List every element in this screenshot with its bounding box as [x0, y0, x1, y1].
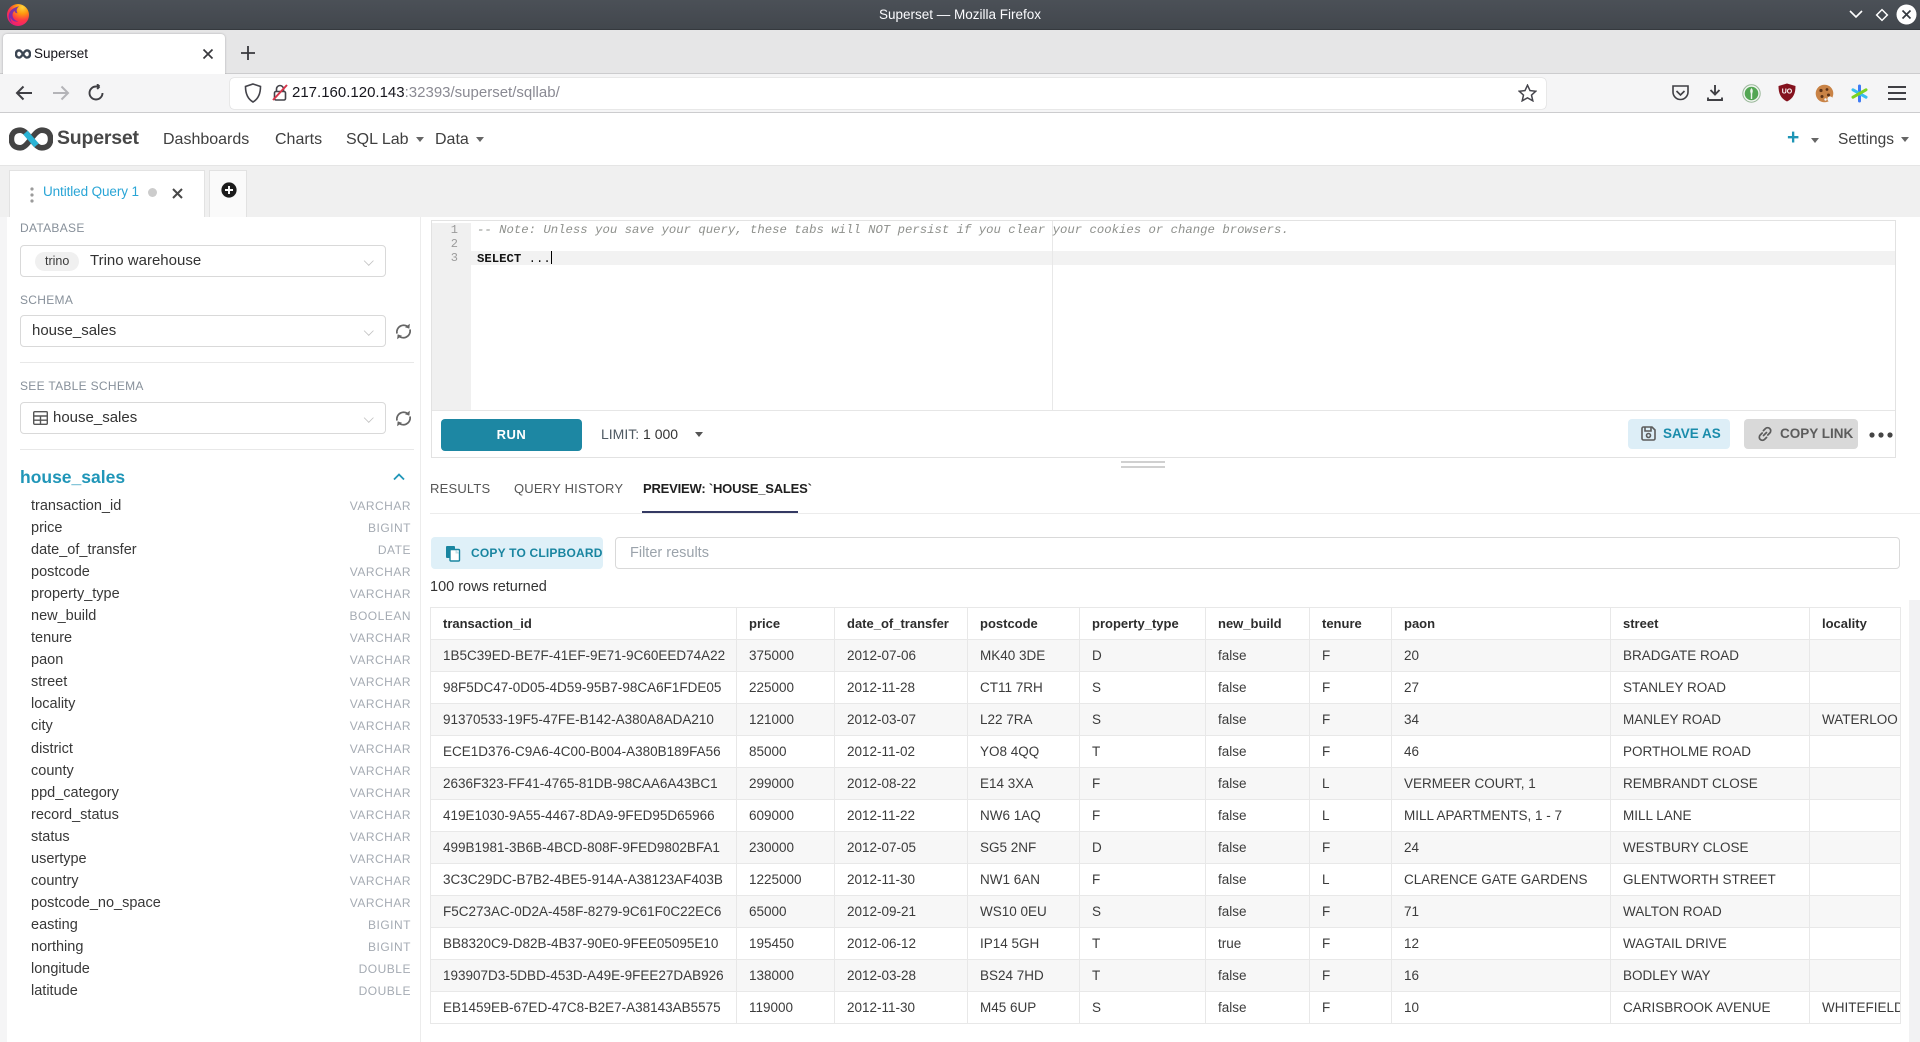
svg-text:UO: UO [1782, 89, 1793, 96]
